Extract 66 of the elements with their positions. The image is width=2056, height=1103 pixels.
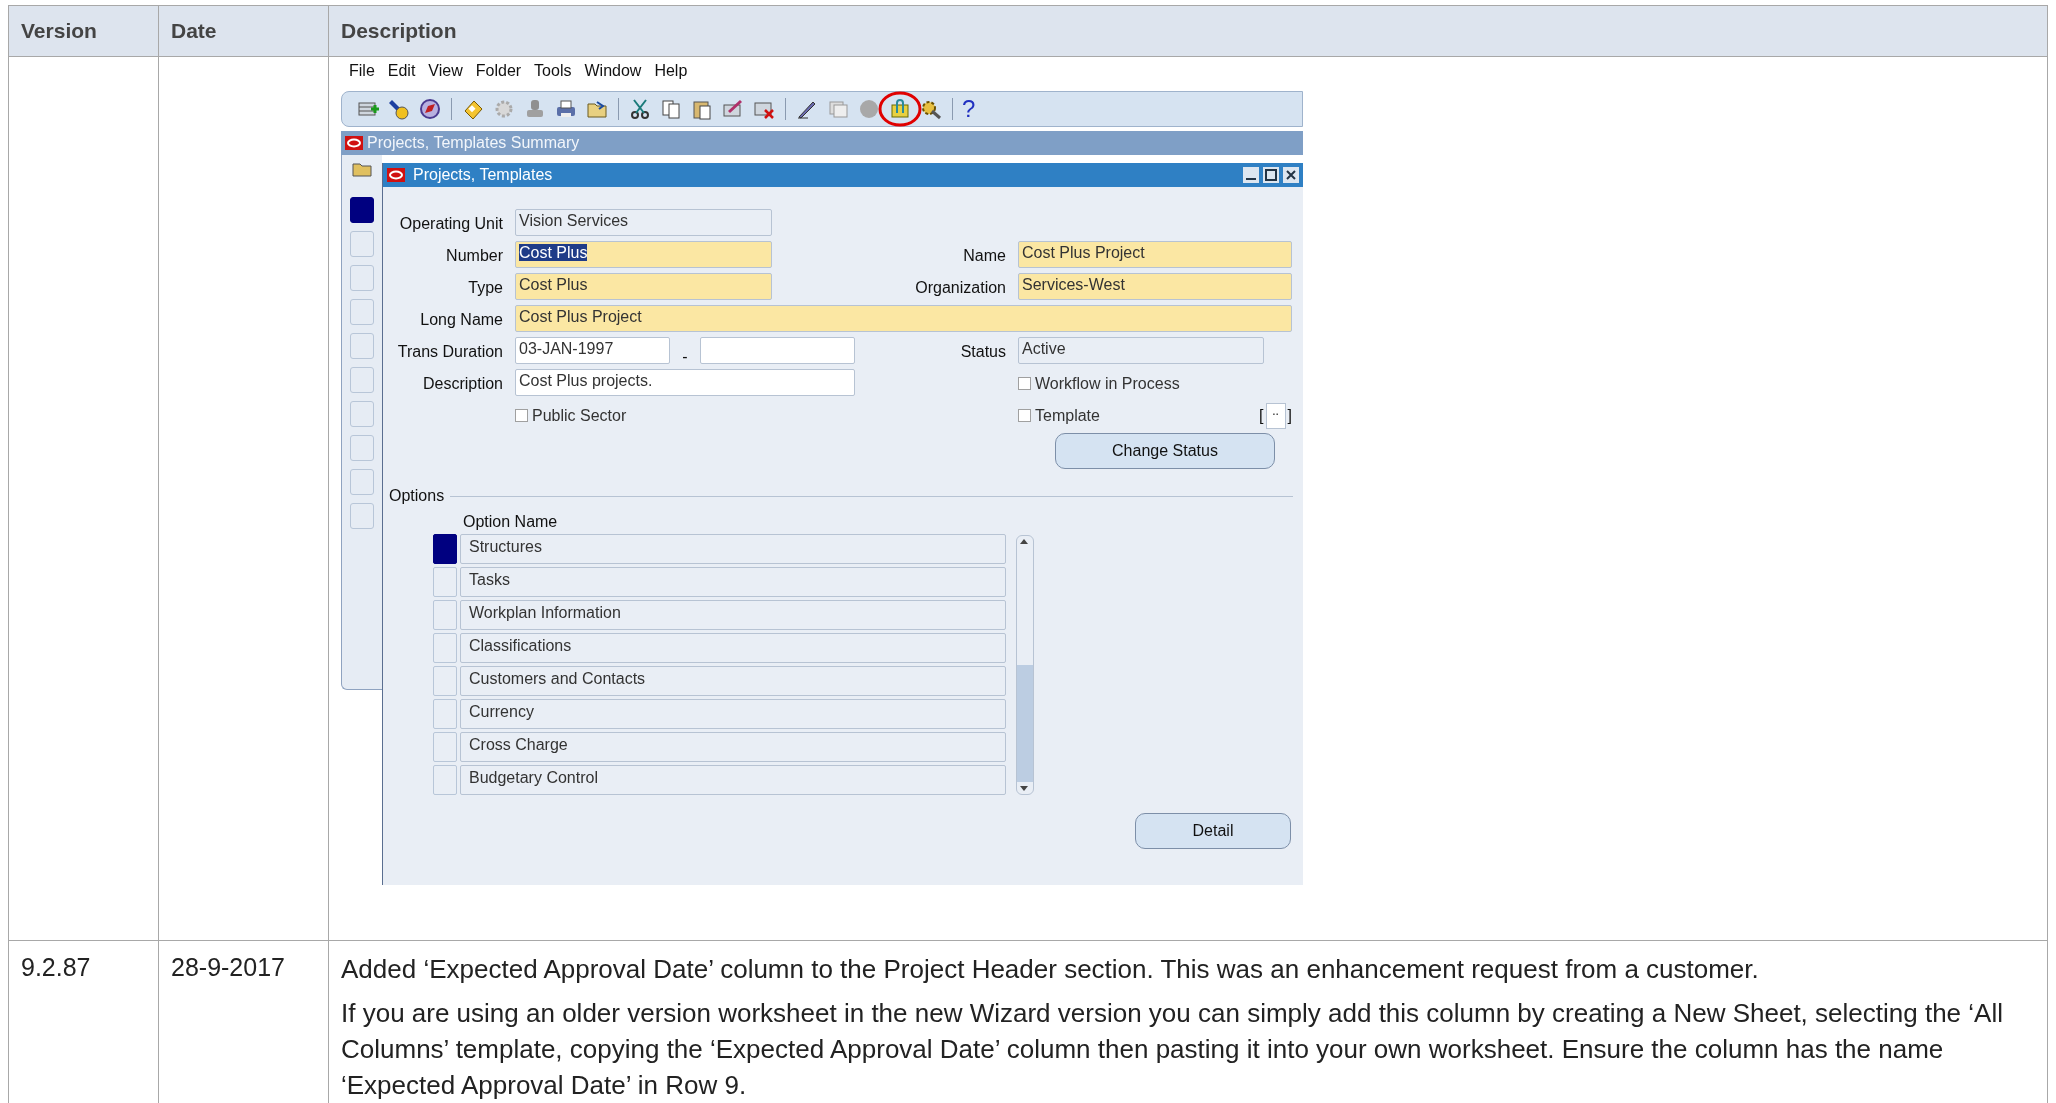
field-label: Name xyxy=(962,246,1007,265)
scissors-icon[interactable] xyxy=(628,97,652,121)
minimize-icon[interactable] xyxy=(1243,167,1259,183)
help-button[interactable]: ? xyxy=(962,95,976,123)
option-row[interactable]: Budgetary Control xyxy=(460,765,1006,795)
description-text: If you are using an older version worksheet in the new Wizard version you can simply add this column by creating a New Sheet, selecting the ‘All Columns’ template, copying the ‘Expected Approval Date’ column then pasting it into your own worksheet. Ensure the column has the name ‘Expected Approval Date’ in Row 9. xyxy=(341,997,2004,1102)
text-field[interactable]: Cost Plus projects. xyxy=(515,369,855,396)
text-field[interactable]: Services-West xyxy=(1018,273,1292,300)
menu-item[interactable]: Help xyxy=(654,62,688,80)
field-label: Number xyxy=(445,246,504,265)
column-header: Option Name xyxy=(462,513,559,531)
copy-icon[interactable] xyxy=(659,97,683,121)
detail-button[interactable]: Detail xyxy=(1135,813,1291,849)
text-field[interactable]: Active xyxy=(1018,337,1264,364)
maximize-icon[interactable] xyxy=(1263,167,1279,183)
menu-item[interactable]: View xyxy=(428,62,463,80)
text-field[interactable]: Cost Plus xyxy=(515,241,772,268)
section-title: Options xyxy=(389,487,445,505)
field-label: Description xyxy=(421,374,504,393)
option-row[interactable]: Customers and Contacts xyxy=(460,666,1006,696)
scrollbar[interactable] xyxy=(1016,535,1034,795)
field-label: Long Name xyxy=(419,310,504,329)
sphere-icon[interactable] xyxy=(857,97,881,121)
bracket: [ xyxy=(1259,406,1264,425)
checkbox[interactable]: Workflow in Process xyxy=(1018,369,1264,398)
text-field[interactable]: Cost Plus xyxy=(515,273,772,300)
text-field[interactable]: Cost Plus Project xyxy=(515,305,1292,332)
checkbox[interactable]: Public Sector xyxy=(515,401,855,430)
oracle-logo-icon xyxy=(387,168,405,182)
option-row[interactable]: Workplan Information xyxy=(460,600,1006,630)
option-row[interactable]: Cross Charge xyxy=(460,732,1006,762)
column-header: Version xyxy=(8,5,159,57)
summary-title: Projects, Templates Summary xyxy=(367,134,580,152)
description-text: Added ‘Expected Approval Date’ column to the Project Header section. This was an enhancement request from a customer. xyxy=(341,953,1760,986)
date-cell: 28-9-2017 xyxy=(171,953,285,981)
date-field[interactable] xyxy=(700,337,855,364)
menu-item[interactable]: Window xyxy=(584,62,642,80)
option-row[interactable]: Tasks xyxy=(460,567,1006,597)
oracle-logo-icon xyxy=(345,136,363,150)
menu-item[interactable]: Edit xyxy=(387,62,416,80)
window-title: Projects, Templates xyxy=(413,166,554,184)
field-label: Status xyxy=(959,342,1007,361)
option-row[interactable]: Currency xyxy=(460,699,1006,729)
close-icon[interactable] xyxy=(1283,167,1299,183)
field-label: Organization xyxy=(914,278,1007,297)
option-row[interactable]: Structures xyxy=(460,534,1006,564)
text-field[interactable]: Cost Plus Project xyxy=(1018,241,1292,268)
field-label: Trans Duration xyxy=(396,342,504,361)
text-field[interactable]: .. xyxy=(1265,402,1286,429)
flashlight-icon[interactable] xyxy=(387,97,411,121)
bracket: ] xyxy=(1287,406,1292,425)
date-field[interactable]: 03-JAN-1997 xyxy=(515,337,670,364)
compass-icon[interactable] xyxy=(418,97,442,121)
field-label: Type xyxy=(467,278,504,297)
menu-item[interactable]: Tools xyxy=(534,62,572,80)
menu-item[interactable]: Folder xyxy=(475,62,522,80)
field-label: Operating Unit xyxy=(398,214,504,233)
column-header: Description xyxy=(328,5,2048,57)
change-status-button[interactable]: Change Status xyxy=(1055,433,1275,469)
range-separator: - xyxy=(681,348,689,366)
column-header: Date xyxy=(158,5,329,57)
highlight-ring-icon xyxy=(878,91,922,127)
version-cell: 9.2.87 xyxy=(21,953,91,981)
menu-item[interactable]: File xyxy=(349,62,375,80)
option-row[interactable]: Classifications xyxy=(460,633,1006,663)
text-field[interactable]: Vision Services xyxy=(515,209,772,236)
